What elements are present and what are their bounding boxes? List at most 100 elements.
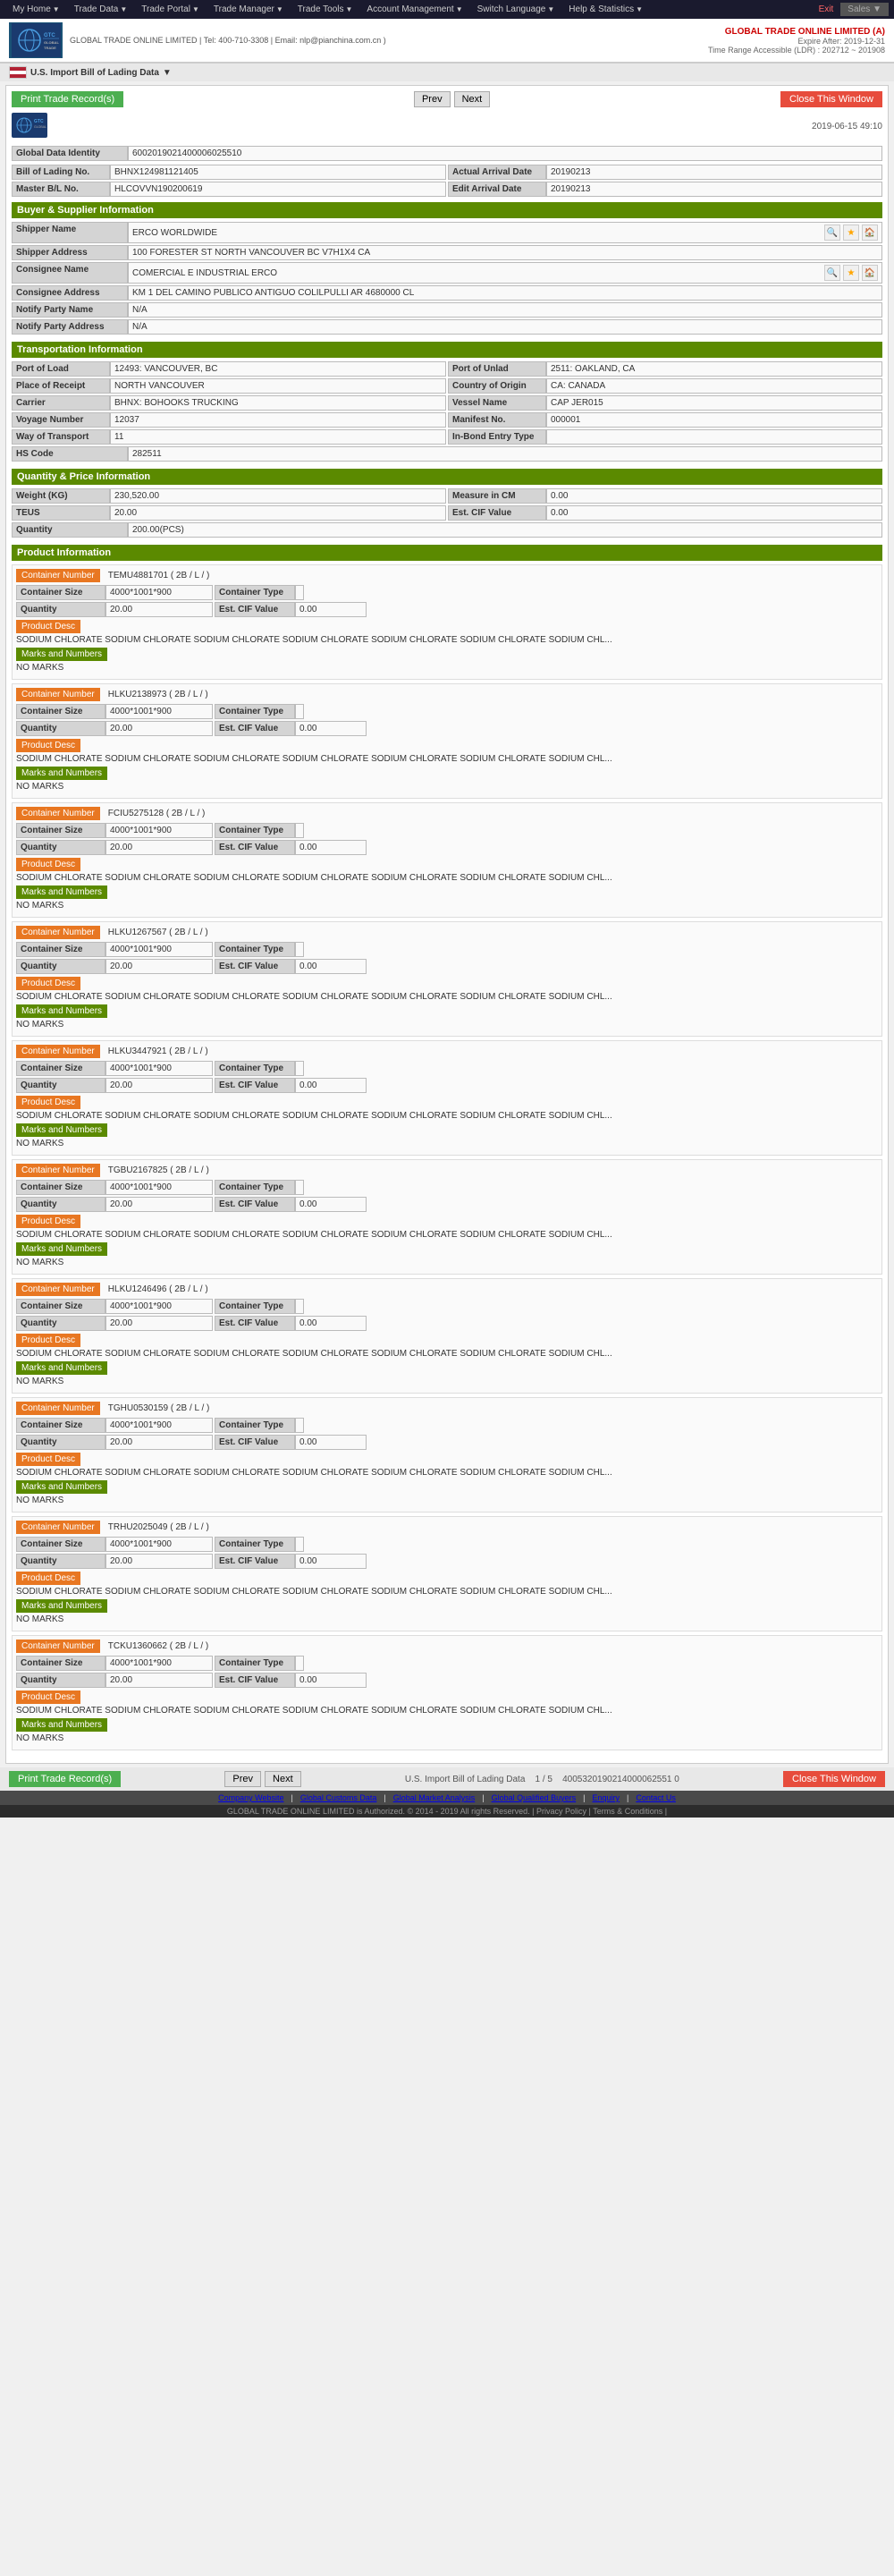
marks-label-9: Marks and Numbers: [16, 1718, 107, 1732]
container-number-label-8: Container Number: [16, 1521, 100, 1534]
qty-value: 200.00(PCS): [128, 522, 882, 538]
bol-label: Bill of Lading No.: [12, 165, 110, 180]
house-icon-btn[interactable]: 🏠: [862, 225, 878, 241]
footer-link-contact[interactable]: Contact Us: [636, 1793, 676, 1802]
nav-label-help: Help & Statistics: [569, 4, 634, 14]
consignee-search-icon[interactable]: 🔍: [824, 265, 840, 281]
qty-label-1: Quantity: [16, 721, 105, 736]
print-button-bottom[interactable]: Print Trade Record(s): [9, 1771, 121, 1787]
close-button-top[interactable]: Close This Window: [780, 91, 882, 107]
teus-row: TEUS 20.00 Est. CIF Value 0.00: [12, 505, 882, 521]
edit-arrival-value: 20190213: [546, 182, 882, 197]
container-number-label-1: Container Number: [16, 688, 100, 701]
prev-button-top[interactable]: Prev: [414, 91, 451, 107]
transport-label: Way of Transport: [12, 429, 110, 445]
bol-value: BHNX124981121405: [110, 165, 446, 180]
qty-value-8: 20.00: [105, 1554, 213, 1569]
nav-item-trade-data[interactable]: Trade Data ▼: [67, 2, 135, 17]
container-size-value-5: 4000*1001*900: [105, 1180, 213, 1195]
bol-row: Bill of Lading No. BHNX124981121405 Actu…: [12, 165, 882, 180]
nav-item-help[interactable]: Help & Statistics ▼: [561, 2, 650, 17]
footer-link-market[interactable]: Global Market Analysis: [393, 1793, 476, 1802]
svg-text:GLOBAL: GLOBAL: [44, 40, 59, 45]
edit-arrival-label: Edit Arrival Date: [448, 182, 546, 197]
place-receipt-row: Place of Receipt NORTH VANCOUVER Country…: [12, 378, 882, 394]
next-button-bottom[interactable]: Next: [265, 1771, 301, 1787]
manifest-label: Manifest No.: [448, 412, 546, 428]
prev-button-bottom[interactable]: Prev: [224, 1771, 261, 1787]
cif-label-7: Est. CIF Value: [215, 1435, 295, 1450]
nav-item-trade-manager[interactable]: Trade Manager ▼: [207, 2, 291, 17]
measure-label: Measure in CM: [448, 488, 546, 504]
container-item-1: Container Number HLKU2138973 ( 2B / L / …: [12, 683, 882, 799]
logo-image: GTC GLOBAL TRADE: [9, 22, 63, 58]
port-load-value: 12493: VANCOUVER, BC: [110, 361, 446, 377]
footer-link-company[interactable]: Company Website: [218, 1793, 283, 1802]
record-logo-small: GTC GLOBAL: [12, 113, 47, 140]
cif-label-1: Est. CIF Value: [215, 721, 295, 736]
country-origin-value: CA: CANADA: [546, 378, 882, 394]
consignee-star-icon[interactable]: ★: [843, 265, 859, 281]
actual-arrival-value: 20190213: [546, 165, 882, 180]
shipper-addr-value: 100 FORESTER ST NORTH VANCOUVER BC V7H1X…: [128, 245, 882, 260]
next-button-top[interactable]: Next: [454, 91, 491, 107]
container-number-value-8: TRHU2025049 ( 2B / L / ): [108, 1522, 209, 1532]
page-main-title: U.S. Import Bill of Lading Data: [30, 68, 159, 78]
search-icon-btn[interactable]: 🔍: [824, 225, 840, 241]
product-desc-text-6: SODIUM CHLORATE SODIUM CHLORATE SODIUM C…: [16, 1349, 878, 1359]
container-type-value-4: [295, 1061, 304, 1076]
marks-value-9: NO MARKS: [16, 1733, 878, 1743]
svg-text:GTC: GTC: [44, 33, 55, 38]
footer-link-customs[interactable]: Global Customs Data: [300, 1793, 377, 1802]
container-number-value-2: FCIU5275128 ( 2B / L / ): [108, 809, 206, 818]
product-desc-text-2: SODIUM CHLORATE SODIUM CHLORATE SODIUM C…: [16, 873, 878, 883]
marks-value-5: NO MARKS: [16, 1258, 878, 1267]
container-item-2: Container Number FCIU5275128 ( 2B / L / …: [12, 802, 882, 918]
manifest-value: 000001: [546, 412, 882, 428]
nav-item-trade-portal[interactable]: Trade Portal ▼: [134, 2, 207, 17]
product-desc-text-7: SODIUM CHLORATE SODIUM CHLORATE SODIUM C…: [16, 1468, 878, 1478]
product-desc-text-5: SODIUM CHLORATE SODIUM CHLORATE SODIUM C…: [16, 1230, 878, 1240]
carrier-label: Carrier: [12, 395, 110, 411]
nav-label-trade-portal: Trade Portal: [141, 4, 190, 14]
nav-item-exit[interactable]: Exit: [812, 2, 841, 17]
nav-label-trade-tools: Trade Tools: [298, 4, 344, 14]
consignee-addr-value: KM 1 DEL CAMINO PUBLICO ANTIGUO COLILPUL…: [128, 285, 882, 301]
sales-button[interactable]: Sales ▼: [840, 3, 889, 16]
nav-item-trade-tools[interactable]: Trade Tools ▼: [291, 2, 360, 17]
qty-label-8: Quantity: [16, 1554, 105, 1569]
footer-link-buyers[interactable]: Global Qualified Buyers: [492, 1793, 577, 1802]
consignee-house-icon[interactable]: 🏠: [862, 265, 878, 281]
footer-link-enquiry[interactable]: Enquiry: [593, 1793, 620, 1802]
global-data-value: 6002019021400006025510: [128, 146, 882, 161]
header-right: GLOBAL TRADE ONLINE LIMITED (A) Expire A…: [708, 27, 885, 55]
container-type-value-0: [295, 585, 304, 600]
vessel-value: CAP JER015: [546, 395, 882, 411]
marks-value-3: NO MARKS: [16, 1020, 878, 1030]
product-desc-label-0: Product Desc: [16, 620, 80, 633]
container-size-value-4: 4000*1001*900: [105, 1061, 213, 1076]
qty-label: Quantity: [12, 522, 128, 538]
teus-left: TEUS 20.00: [12, 505, 446, 521]
container-size-value-3: 4000*1001*900: [105, 942, 213, 957]
container-size-label-8: Container Size: [16, 1537, 105, 1552]
print-button-top[interactable]: Print Trade Record(s): [12, 91, 123, 107]
nav-item-home[interactable]: My Home ▼: [5, 2, 67, 17]
quantity-price-section: Quantity & Price Information Weight (KG)…: [12, 469, 882, 538]
star-icon-btn[interactable]: ★: [843, 225, 859, 241]
nav-item-account[interactable]: Account Management ▼: [359, 2, 469, 17]
container-number-value-5: TGBU2167825 ( 2B / L / ): [108, 1165, 209, 1175]
marks-value-7: NO MARKS: [16, 1496, 878, 1505]
nav-item-language[interactable]: Switch Language ▼: [470, 2, 562, 17]
container-size-value-0: 4000*1001*900: [105, 585, 213, 600]
qty-label-2: Quantity: [16, 840, 105, 855]
container-size-value-2: 4000*1001*900: [105, 823, 213, 838]
qty-value-6: 20.00: [105, 1316, 213, 1331]
header-subtitle: GLOBAL TRADE ONLINE LIMITED | Tel: 400-7…: [70, 36, 386, 45]
consignee-row: Consignee Name COMERCIAL E INDUSTRIAL ER…: [12, 262, 882, 284]
product-info-header: Product Information: [12, 545, 882, 561]
product-desc-label-6: Product Desc: [16, 1334, 80, 1347]
close-button-bottom[interactable]: Close This Window: [783, 1771, 885, 1787]
actual-arrival-right: Actual Arrival Date 20190213: [448, 165, 882, 180]
nav-bar: My Home ▼ Trade Data ▼ Trade Portal ▼ Tr…: [0, 0, 894, 19]
